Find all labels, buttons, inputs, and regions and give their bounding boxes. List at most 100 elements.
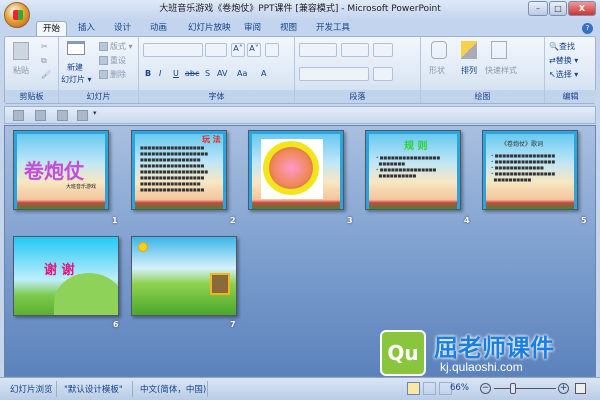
- tab-design[interactable]: 设计: [108, 21, 137, 36]
- slide-number: 1: [112, 216, 118, 225]
- shadow-button[interactable]: S: [205, 69, 210, 78]
- zoom-level[interactable]: 66%: [450, 383, 469, 393]
- slide-thumbnail-3[interactable]: [248, 130, 344, 210]
- replace-button[interactable]: ⇄替换 ▾: [549, 55, 578, 66]
- tab-developer[interactable]: 开发工具: [310, 21, 356, 36]
- grow-font-button[interactable]: A˄: [231, 43, 245, 57]
- paste-icon: [13, 42, 29, 60]
- group-drawing: 形状 排列 快速样式 绘图: [421, 37, 545, 103]
- cut-icon[interactable]: ✂: [41, 42, 48, 51]
- columns-button[interactable]: [373, 67, 393, 81]
- slide-thumbnail-1[interactable]: 卷炮仗 大班音乐游戏: [13, 130, 109, 210]
- group-label: 绘图: [421, 90, 544, 103]
- slide-number: 7: [230, 320, 236, 329]
- font-name-select[interactable]: [143, 43, 203, 57]
- slide-number: 5: [581, 216, 587, 225]
- slide-thumbnail-6[interactable]: 谢 谢: [13, 236, 119, 316]
- zoom-in-button[interactable]: +: [558, 383, 569, 394]
- slide-number: 4: [464, 216, 470, 225]
- shapes-icon: [431, 41, 447, 59]
- copy-icon[interactable]: ⧉: [41, 56, 47, 66]
- sorter-toolbar: ▾: [4, 106, 596, 124]
- slide-sorter-view-icon[interactable]: [423, 382, 436, 395]
- arrange-icon: [461, 41, 477, 59]
- replace-icon: ⇄: [549, 56, 556, 65]
- fit-window-icon[interactable]: [575, 383, 586, 394]
- delete-button[interactable]: 删除: [99, 69, 126, 80]
- new-slide-icon: [67, 41, 85, 55]
- alignment-buttons[interactable]: [299, 67, 369, 81]
- ribbon-tabs: 开始 插入 设计 动画 幻灯片放映 审阅 视图 开发工具 ?: [0, 20, 600, 36]
- new-slide-dropdown[interactable]: 幻灯片 ▾: [61, 74, 92, 85]
- reset-button[interactable]: 重设: [99, 55, 126, 66]
- language-status: 中文(简体，中国): [140, 385, 207, 395]
- shrink-font-button[interactable]: A˅: [247, 43, 261, 57]
- arrange-button[interactable]: 排列: [461, 65, 477, 76]
- font-color-button[interactable]: A: [261, 69, 266, 78]
- slide-thumbnail-5[interactable]: 《卷炮仗》歌词 • ■■■■■■■■■■■■■■■■ • ■■■■■■■■■■■■…: [482, 130, 578, 210]
- status-bar: 幻灯片浏览 "默认设计模板" 中文(简体，中国) 66% − +: [0, 377, 600, 400]
- normal-view-icon[interactable]: [407, 382, 420, 395]
- slide-number: 3: [347, 216, 353, 225]
- group-paragraph: 段落: [295, 37, 421, 103]
- group-slides: 新建 幻灯片 ▾ 版式 ▾ 重设 删除 幻灯片: [59, 37, 139, 103]
- tab-view[interactable]: 视图: [274, 21, 303, 36]
- quick-styles-icon: [491, 41, 507, 59]
- zoom-out-button[interactable]: −: [480, 383, 491, 394]
- slide-number: 6: [113, 320, 119, 329]
- zoom-slider-thumb[interactable]: [510, 383, 517, 394]
- line-spacing-button[interactable]: [373, 43, 393, 57]
- group-label: 段落: [295, 90, 420, 103]
- zoom-slider[interactable]: [494, 388, 556, 389]
- slide-thumbnail-2[interactable]: 玩 法 ■■■■■■■■■■■■■■■■■ ■■■■■■■■■■■■■■■■■■ ■…: [131, 130, 227, 210]
- new-slide-button[interactable]: 新建: [67, 62, 83, 73]
- slide-icon[interactable]: [13, 110, 24, 121]
- shapes-button[interactable]: 形状: [429, 65, 445, 76]
- format-painter-icon[interactable]: 🖌: [41, 70, 51, 79]
- tab-review[interactable]: 审阅: [238, 21, 267, 36]
- grid-icon[interactable]: [35, 110, 46, 121]
- watermark-logo: Qu 屈老师课件 kj.qulaoshi.com: [380, 330, 580, 378]
- tab-animations[interactable]: 动画: [144, 21, 173, 36]
- tab-slideshow[interactable]: 幻灯片放映: [182, 21, 237, 36]
- strikethrough-button[interactable]: abc: [185, 69, 199, 78]
- minimize-button[interactable]: –: [528, 1, 548, 16]
- maximize-button[interactable]: □: [549, 1, 567, 16]
- bold-button[interactable]: B: [145, 69, 151, 78]
- layout-button[interactable]: 版式 ▾: [99, 41, 133, 52]
- view-status: 幻灯片浏览: [10, 385, 53, 395]
- paste-button[interactable]: 粘贴: [13, 65, 29, 76]
- slide-thumbnail-4[interactable]: 规 则 • ■■■■■■■■■■■■■■■■ ■■■■■■■ • ■■■■■■■■…: [365, 130, 461, 210]
- group-font: A˄ A˅ B I U abc S AV Aa A 字体: [139, 37, 295, 103]
- group-label: 编辑: [545, 90, 596, 103]
- underline-button[interactable]: U: [173, 69, 179, 78]
- close-button[interactable]: X: [568, 1, 596, 16]
- bullets-button[interactable]: [299, 43, 337, 57]
- window-title: 大班音乐游戏《卷炮仗》PPT课件 [兼容模式] - Microsoft Powe…: [159, 4, 441, 14]
- logo-book-icon: Qu: [380, 330, 426, 376]
- ribbon: 粘贴 ✂ ⧉ 🖌 剪贴板 新建 幻灯片 ▾ 版式 ▾ 重设 删除 幻灯片 A˄ …: [4, 36, 596, 104]
- title-bar: 大班音乐游戏《卷炮仗》PPT课件 [兼容模式] - Microsoft Powe…: [0, 0, 600, 20]
- find-button[interactable]: 🔍查找: [549, 41, 575, 52]
- office-button[interactable]: [4, 2, 30, 28]
- slide-thumbnail-7[interactable]: [131, 236, 237, 316]
- customize-dropdown-icon[interactable]: ▾: [93, 109, 97, 117]
- slide-number: 2: [230, 216, 236, 225]
- theme-status: "默认设计模板": [64, 385, 123, 395]
- change-case-button[interactable]: Aa: [237, 69, 247, 78]
- tab-insert[interactable]: 插入: [72, 21, 101, 36]
- tab-home[interactable]: 开始: [36, 21, 68, 36]
- quick-styles-button[interactable]: 快速样式: [485, 65, 517, 76]
- group-label: 剪贴板: [5, 90, 58, 103]
- select-button[interactable]: ↖选择 ▾: [549, 69, 578, 80]
- char-spacing-button[interactable]: AV: [217, 69, 227, 78]
- help-icon[interactable]: ?: [582, 23, 593, 34]
- layout-icon[interactable]: [77, 110, 88, 121]
- clear-format-icon[interactable]: [265, 43, 279, 57]
- italic-button[interactable]: I: [159, 69, 161, 78]
- indent-buttons[interactable]: [341, 43, 369, 57]
- cursor-icon: ↖: [549, 70, 556, 79]
- copy-slides-icon[interactable]: [57, 110, 68, 121]
- binoculars-icon: 🔍: [549, 42, 559, 51]
- font-size-select[interactable]: [205, 43, 227, 57]
